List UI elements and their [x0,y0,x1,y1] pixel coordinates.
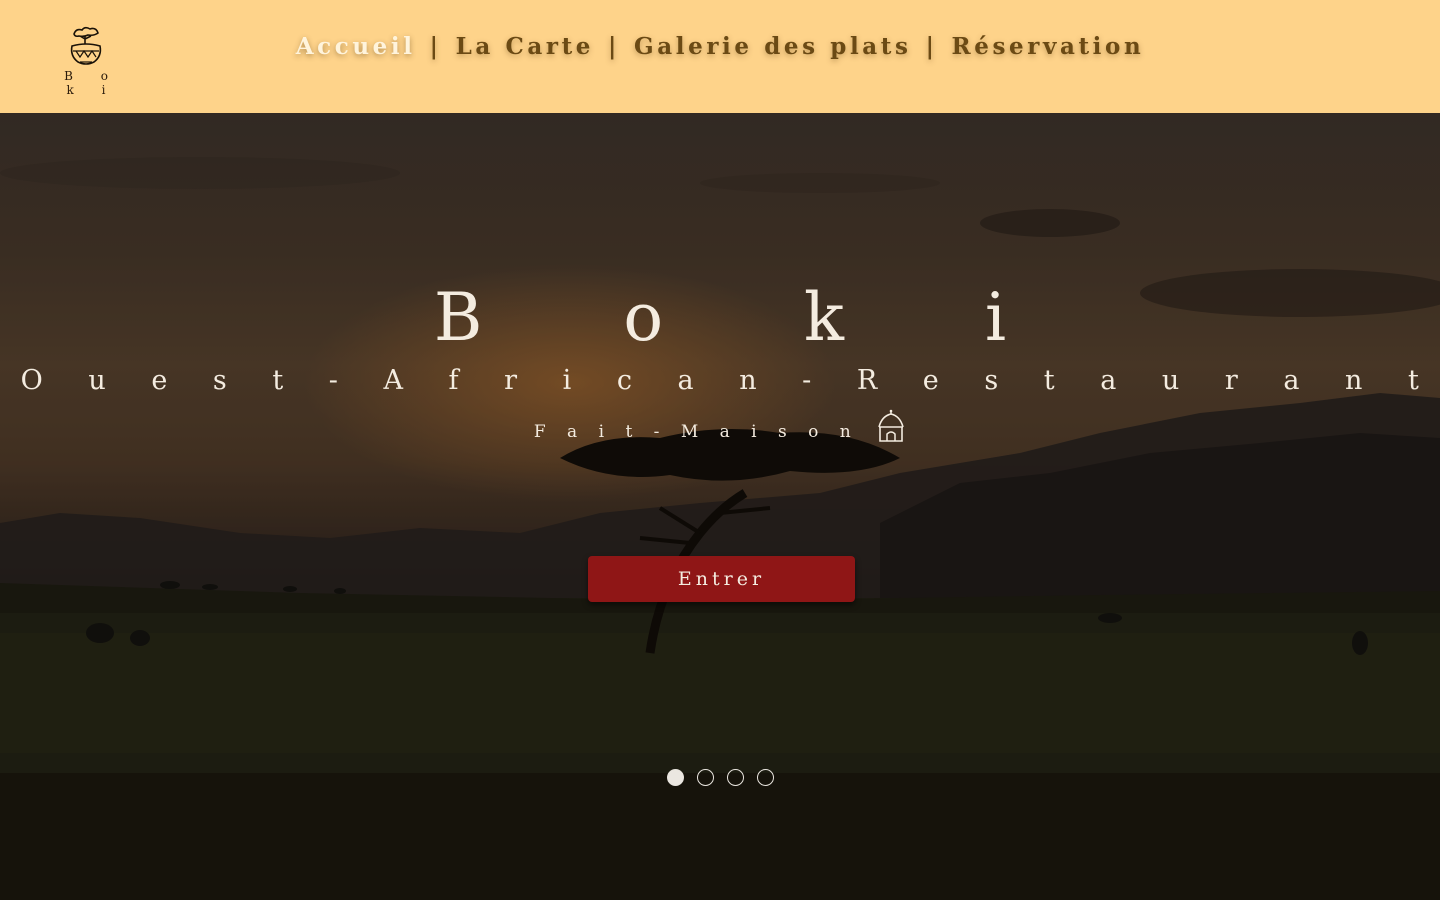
slide-indicators [0,769,1440,786]
nav-separator: | [608,33,620,60]
hero-subtitle: O u e s t - A f r i c a n - R e s t a u … [20,365,1438,396]
nav-item-la-carte[interactable]: La Carte [456,33,594,60]
main-nav: Accueil | La Carte | Galerie des plats | Réser… [0,33,1440,60]
slide-dot-4[interactable] [756,769,774,786]
slide-dot-3[interactable] [726,769,744,786]
nav-separator: | [429,33,442,60]
logo-text: B o k i [64,69,120,97]
site-header: B o k i Accueil | La Carte | Galerie des pla… [0,0,1440,113]
slide-dot-2[interactable] [696,769,714,786]
hero-title: B o k i [433,279,1067,356]
hero-slideshow: B o k i O u e s t - A f r i c a n - R e … [0,113,1440,900]
hero-tagline: F a i t - M a i s o n [0,409,1440,448]
nav-item-accueil[interactable]: Accueil [296,33,416,60]
hut-icon [876,409,906,448]
slide-dot-1[interactable] [666,769,684,786]
nav-item-reservation[interactable]: Réservation [952,33,1145,60]
nav-separator: | [925,33,938,60]
enter-button[interactable]: Entrer [588,556,855,602]
nav-item-galerie[interactable]: Galerie des plats [634,33,912,60]
tagline-text: F a i t - M a i s o n [533,422,859,442]
